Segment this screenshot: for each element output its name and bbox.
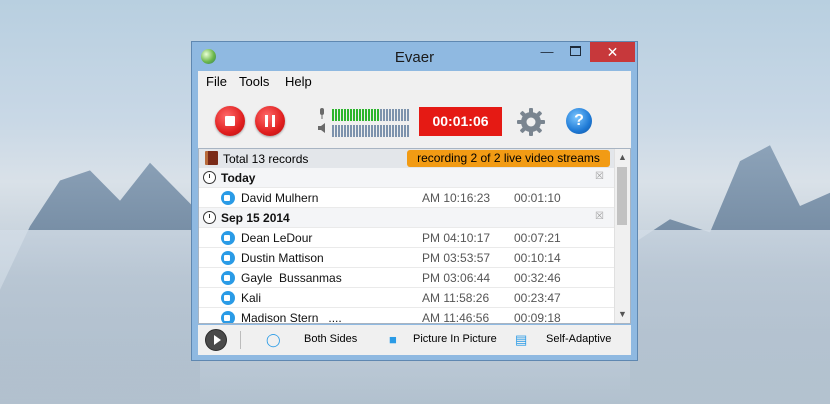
gear-icon[interactable] (516, 107, 546, 137)
scroll-thumb[interactable] (617, 167, 627, 225)
toolbar: 00:01:06 ? (198, 93, 631, 149)
maximize-button[interactable] (562, 42, 588, 62)
record-duration: 00:07:21 (514, 231, 561, 245)
divider (240, 331, 241, 349)
close-button[interactable]: ✕ (590, 42, 635, 62)
record-duration: 00:32:46 (514, 271, 561, 285)
self-adaptive-button[interactable]: Self-Adaptive (546, 333, 611, 345)
record-duration: 00:09:18 (514, 311, 561, 323)
menu-bar: File Tools Help (198, 71, 631, 93)
headset-icon[interactable]: ◯ (266, 332, 281, 348)
menu-tools[interactable]: Tools (239, 74, 269, 89)
both-sides-button[interactable]: Both Sides (304, 333, 357, 345)
play-icon[interactable] (205, 329, 227, 351)
record-row[interactable]: Kali AM 11:58:26 00:23:47 (199, 288, 614, 308)
record-time: AM 11:46:56 (422, 311, 490, 323)
total-records: Total 13 records (223, 152, 309, 166)
mic-level-meter (332, 109, 412, 121)
scroll-up-icon[interactable]: ▲ (618, 152, 627, 162)
record-time: PM 03:06:44 (422, 271, 491, 285)
record-name: Gayle Bussanmas (241, 271, 342, 285)
remove-icon[interactable]: ☒ (595, 171, 604, 182)
records-rows: Today ☒ David Mulhern AM 10:16:23 00:01:… (199, 168, 614, 323)
record-time: PM 03:53:57 (422, 251, 491, 265)
camera-icon[interactable]: ■ (389, 332, 397, 347)
record-row[interactable]: Dustin Mattison PM 03:53:57 00:10:14 (199, 248, 614, 268)
clock-icon (203, 211, 216, 224)
menu-file[interactable]: File (206, 74, 227, 89)
mic-icon (320, 108, 324, 119)
recording-timer: 00:01:06 (419, 107, 502, 136)
records-list: Total 13 records recording 2 of 2 live v… (198, 148, 631, 324)
record-time: PM 04:10:17 (422, 231, 491, 245)
group-row[interactable]: Today ☒ (199, 168, 614, 188)
record-row[interactable]: David Mulhern AM 10:16:23 00:01:10 (199, 188, 614, 208)
record-name: David Mulhern (241, 191, 319, 205)
video-icon (221, 191, 235, 205)
record-name: Kali (241, 291, 262, 305)
adaptive-icon[interactable]: ▤ (515, 332, 527, 348)
book-icon (205, 151, 218, 165)
picture-in-picture-button[interactable]: Picture In Picture (413, 333, 497, 345)
video-icon (221, 311, 235, 323)
record-name: Dean LeDour (241, 231, 313, 245)
speaker-level-meter (332, 125, 412, 137)
video-icon (221, 271, 235, 285)
help-icon[interactable]: ? (566, 108, 592, 134)
speaker-icon (318, 123, 325, 133)
video-icon (221, 231, 235, 245)
record-time: AM 10:16:23 (422, 191, 491, 205)
group-label: Sep 15 2014 (221, 211, 290, 225)
minimize-button[interactable]: — (534, 42, 560, 62)
record-duration: 00:23:47 (514, 291, 561, 305)
scroll-down-icon[interactable]: ▼ (618, 309, 627, 319)
app-window: Evaer — ✕ File Tools Help 00:01:06 ? Tot… (191, 41, 638, 361)
bottom-bar: ◯ Both Sides ■ Picture In Picture ▤ Self… (198, 325, 631, 355)
remove-icon[interactable]: ☒ (595, 211, 604, 222)
record-duration: 00:01:10 (514, 191, 561, 205)
pause-button[interactable] (255, 106, 285, 136)
pause-icon (265, 115, 268, 127)
video-icon (221, 251, 235, 265)
record-time: AM 11:58:26 (422, 291, 490, 305)
group-row[interactable]: Sep 15 2014 ☒ (199, 208, 614, 228)
status-badge: recording 2 of 2 live video streams (407, 150, 610, 167)
record-name: Dustin Mattison (241, 251, 324, 265)
record-row[interactable]: Gayle Bussanmas PM 03:06:44 00:32:46 (199, 268, 614, 288)
stop-record-button[interactable] (215, 106, 245, 136)
record-row[interactable]: Madison Stern .... AM 11:46:56 00:09:18 (199, 308, 614, 323)
list-scrollbar[interactable]: ▲ ▼ (614, 149, 630, 323)
video-icon (221, 291, 235, 305)
stop-icon (225, 116, 235, 126)
record-duration: 00:10:14 (514, 251, 561, 265)
clock-icon (203, 171, 216, 184)
list-header: Total 13 records recording 2 of 2 live v… (199, 149, 614, 168)
menu-help[interactable]: Help (285, 74, 312, 89)
record-row[interactable]: Dean LeDour PM 04:10:17 00:07:21 (199, 228, 614, 248)
group-label: Today (221, 171, 256, 185)
record-name: Madison Stern .... (241, 311, 342, 323)
title-bar[interactable]: Evaer — ✕ (192, 42, 637, 71)
